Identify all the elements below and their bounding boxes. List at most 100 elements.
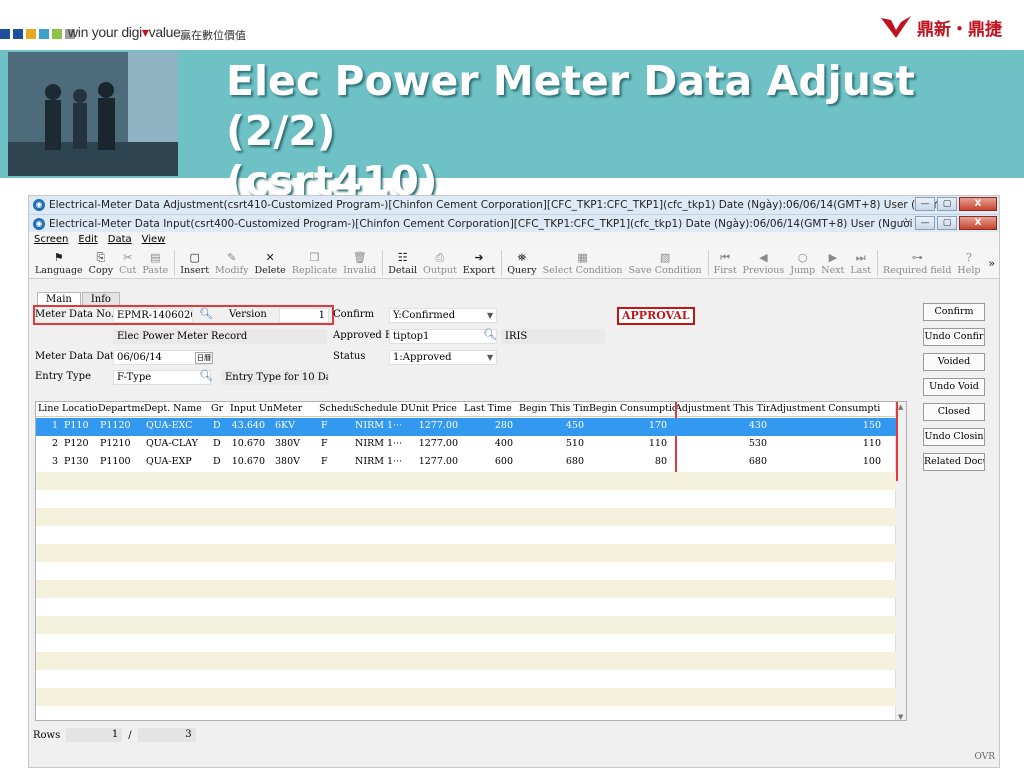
toolbar-overflow-icon[interactable]: »	[988, 257, 995, 270]
window-titlebar-input[interactable]: ◉ Electrical-Meter Data Input(csrt400-Cu…	[29, 214, 999, 232]
toolbar-detail-button[interactable]: ☷ Detail	[388, 248, 417, 278]
voided-button[interactable]: Voided	[923, 353, 985, 371]
restore-button[interactable]: ▢	[937, 216, 957, 230]
toolbar-last-button[interactable]: ⏭ Last	[850, 248, 871, 278]
table-cell: 680	[565, 456, 584, 467]
chevron-down-icon[interactable]: ▼	[487, 353, 493, 362]
toolbar-save-condition-button[interactable]: ▧ Save Condition	[629, 248, 702, 278]
scroll-down-icon[interactable]: ▼	[898, 713, 903, 720]
toolbar-label: Detail	[388, 265, 418, 276]
toolbar-first-button[interactable]: ⏮ First	[714, 248, 737, 278]
column-header[interactable]: Line	[38, 403, 62, 414]
column-header[interactable]: Schedule D	[353, 403, 408, 414]
menu-view[interactable]: View	[142, 234, 166, 245]
column-header[interactable]: Schedu	[319, 403, 353, 414]
undo-confir-button[interactable]: Undo Confir	[923, 328, 985, 346]
confirm-label: Confirm	[333, 309, 375, 320]
toolbar-query-button[interactable]: ⛯ Query	[507, 248, 536, 278]
previous-icon: ◀	[759, 251, 768, 264]
toolbar-output-button[interactable]: ⎙ Output	[423, 248, 457, 278]
toolbar-invalid-button[interactable]: 🗑 Invalid	[343, 248, 376, 278]
table-row[interactable]: 3 P130 P1100 QUA-EXP D 10.670 380V F NIRM 1··· 12…	[36, 454, 896, 472]
toolbar-label: Save Condition	[628, 265, 702, 276]
toolbar-next-button[interactable]: ▶ Next	[821, 248, 844, 278]
entry-type-field[interactable]: F-Type	[113, 370, 211, 385]
column-header[interactable]: Gr	[211, 403, 230, 414]
empty-row	[36, 508, 896, 526]
tab-info[interactable]: Info	[81, 292, 120, 306]
menu-data[interactable]: Data	[108, 234, 132, 245]
table-cell: 530	[748, 438, 767, 449]
toolbar-paste-button[interactable]: ▤ Paste	[142, 248, 168, 278]
table-cell: P120	[64, 438, 89, 449]
toolbar-modify-button[interactable]: ✎ Modify	[215, 248, 248, 278]
toolbar-select-condition-button[interactable]: ▦ Select Condition	[543, 248, 623, 278]
app-icon: ◉	[33, 199, 45, 211]
table-cell: 80	[654, 456, 667, 467]
toolbar-separator	[382, 250, 384, 276]
toolbar-label: Jump	[790, 265, 816, 276]
toolbar-copy-button[interactable]: ⎘ Copy	[89, 248, 113, 278]
column-header[interactable]: Begin Consumptio	[589, 403, 675, 414]
toolbar-insert-button[interactable]: ▢ Insert	[180, 248, 209, 278]
menu-edit[interactable]: Edit	[78, 234, 97, 245]
table-cell: 430	[748, 420, 767, 431]
toolbar-language-button[interactable]: ⚑ Language	[35, 248, 83, 278]
scroll-up-icon[interactable]: ▲	[898, 403, 903, 411]
slogan-chinese: 贏在數位價值	[180, 29, 246, 42]
slogan: win your digi▾value	[68, 24, 181, 40]
column-header[interactable]: Input Un	[230, 403, 273, 414]
undo-void-button[interactable]: Undo Void	[923, 378, 985, 396]
toolbar-label: Cut	[119, 265, 137, 276]
table-cell: 170	[648, 420, 667, 431]
window-title: Electrical-Meter Data Adjustment(csrt410…	[49, 199, 947, 211]
toolbar-export-button[interactable]: ➜ Export	[463, 248, 495, 278]
toolbar-previous-button[interactable]: ◀ Previous	[743, 248, 785, 278]
tab-main[interactable]: Main	[37, 292, 81, 306]
confirm-button[interactable]: Confirm	[923, 303, 985, 321]
minimize-button[interactable]: —	[915, 216, 935, 230]
confirm-select[interactable]: Y:Confirmed	[389, 308, 497, 323]
table-cell: P130	[64, 456, 89, 467]
column-header[interactable]: Departme	[98, 403, 144, 414]
column-header[interactable]: Begin This Tim	[519, 403, 589, 414]
toolbar-label: Previous	[742, 265, 785, 276]
brand-square	[26, 29, 36, 39]
toolbar-jump-button[interactable]: ○ Jump	[790, 248, 815, 278]
closed-button[interactable]: Closed	[923, 403, 985, 421]
table-row[interactable]: 2 P120 P1210 QUA-CLAY D 10.670 380V F NIRM 1··· 1…	[36, 436, 896, 454]
undo-closin-button[interactable]: Undo Closin	[923, 428, 985, 446]
window-titlebar-adjust[interactable]: ◉ Electrical-Meter Data Adjustment(csrt4…	[29, 196, 999, 214]
toolbar-label: Replicate	[291, 265, 338, 276]
chevron-down-icon[interactable]: ▼	[487, 311, 493, 320]
detail-grid: Line Locatio Departme Dept. Name Gr Input Un M…	[35, 401, 907, 721]
column-header[interactable]: Meter	[273, 403, 319, 414]
toolbar-help-button[interactable]: ? Help	[957, 248, 980, 278]
restore-button[interactable]: ▢	[937, 197, 957, 211]
erp-application-window: ◉ Electrical-Meter Data Adjustment(csrt4…	[28, 195, 1000, 768]
column-header[interactable]: Dept. Name	[144, 403, 211, 414]
column-header[interactable]: Locatio	[62, 403, 98, 414]
entry-type-lookup-icon[interactable]: 🔍︎	[199, 369, 213, 382]
status-select[interactable]: 1:Approved	[389, 350, 497, 365]
toolbar-cut-button[interactable]: ✂ Cut	[119, 248, 136, 278]
meter-data-date-label: Meter Data Date	[35, 351, 121, 362]
next-icon: ▶	[828, 251, 838, 264]
close-button[interactable]: X	[959, 216, 997, 230]
toolbar-replicate-button[interactable]: ❐ Replicate	[292, 248, 337, 278]
toolbar-required-field-button[interactable]: ⊶ Required field	[883, 248, 951, 278]
tab-strip: Main Info	[37, 292, 121, 306]
column-header[interactable]: Last Time	[464, 403, 519, 414]
toolbar-delete-button[interactable]: ✕ Delete	[254, 248, 285, 278]
calendar-icon[interactable]: 日曆	[195, 352, 213, 364]
table-cell: 450	[565, 420, 584, 431]
approved-by-lookup-icon[interactable]: 🔍︎	[483, 328, 497, 341]
table-row[interactable]: 1 P110 P1120 QUA-EXC D 43.640 6KV F NIRM 1··· 127…	[36, 418, 896, 436]
minimize-button[interactable]: —	[915, 197, 935, 211]
related-docu-button[interactable]: Related Docu	[923, 453, 985, 471]
close-button[interactable]: X	[959, 197, 997, 211]
column-header[interactable]: Unit Price	[408, 403, 464, 414]
menu-screen[interactable]: Screen	[34, 234, 68, 245]
approved-by-field[interactable]: tiptop1	[389, 329, 497, 344]
table-cell: 110	[862, 438, 881, 449]
